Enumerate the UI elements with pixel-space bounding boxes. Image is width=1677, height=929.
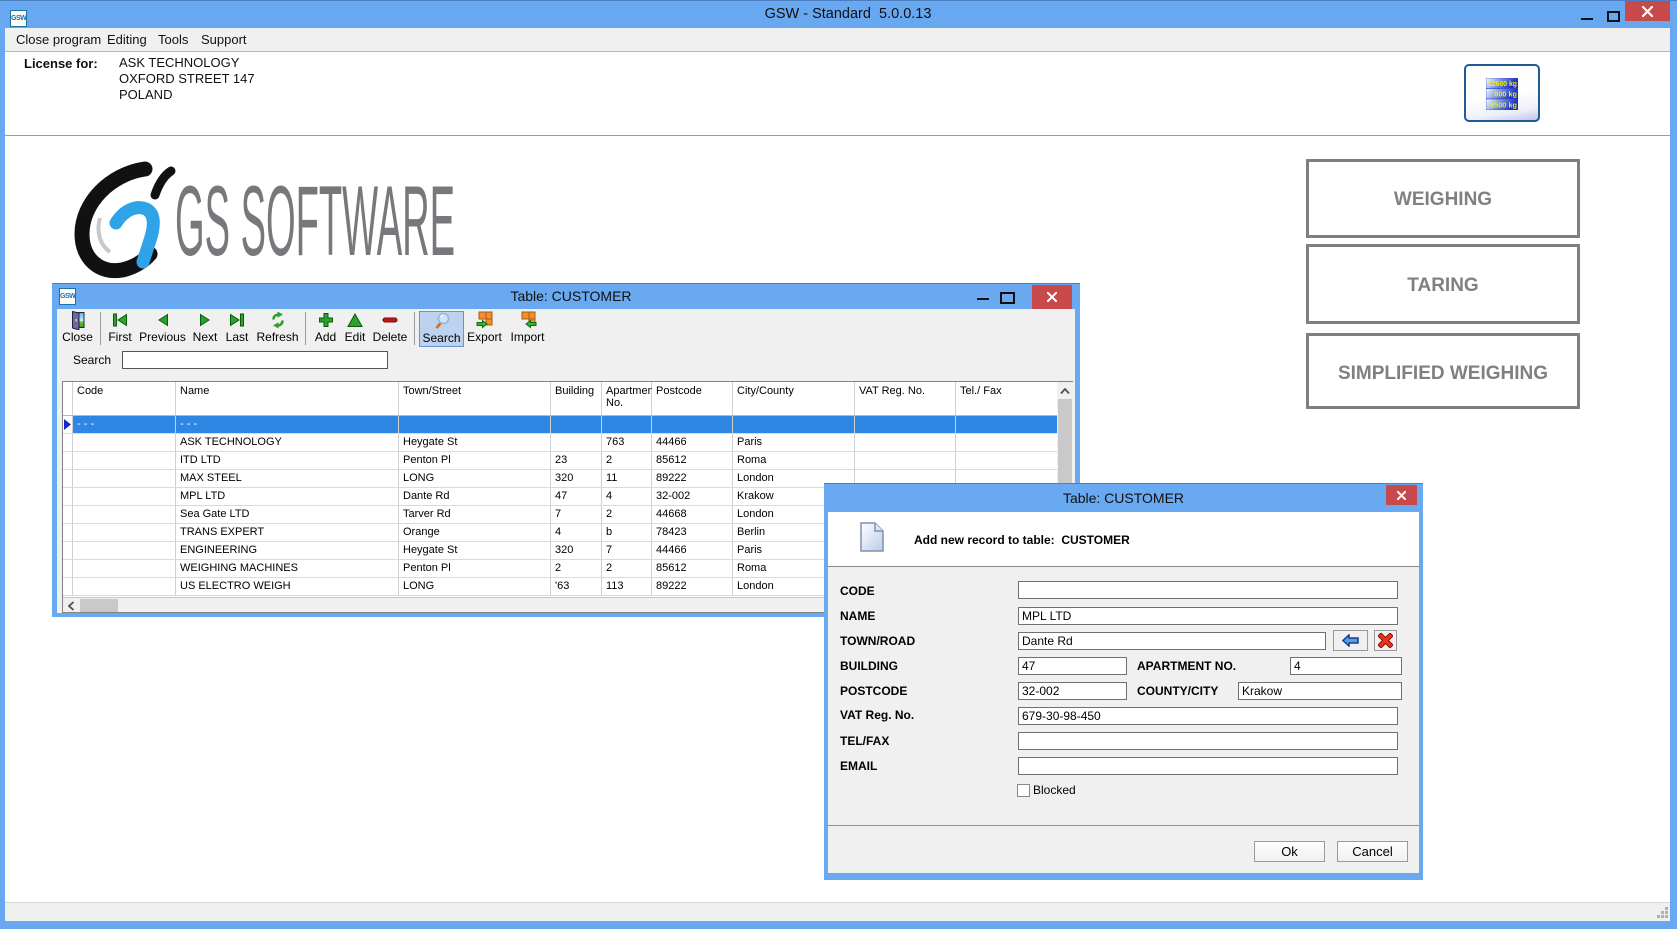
svg-text:GS SOFTWARE: GS SOFTWARE [175, 165, 455, 276]
svg-text:800 kg: 800 kg [1494, 90, 1517, 99]
svg-text:9500 kg: 9500 kg [1490, 101, 1517, 110]
svg-text:12600 kg: 12600 kg [1488, 79, 1517, 88]
